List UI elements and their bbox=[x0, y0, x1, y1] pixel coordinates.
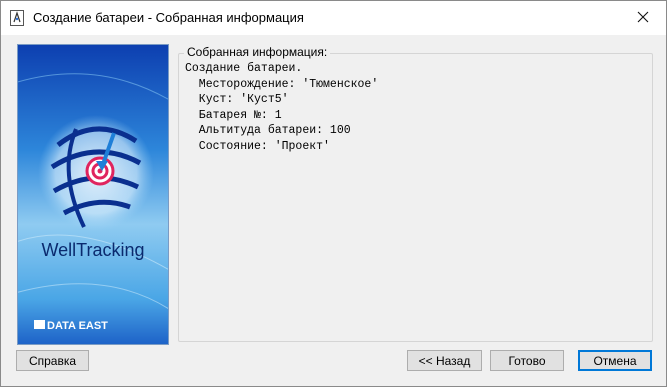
summary-line: Создание батареи. bbox=[185, 62, 303, 75]
welltracking-banner: WellTracking DATA EAST bbox=[17, 44, 169, 345]
close-button[interactable] bbox=[620, 1, 666, 35]
brand-name: WellTracking bbox=[41, 240, 144, 260]
company-name: DATA EAST bbox=[47, 320, 108, 332]
title-bar: Создание батареи - Собранная информация bbox=[1, 1, 666, 35]
finish-button[interactable]: Готово bbox=[490, 350, 564, 371]
summary-line: Куст: 'Куст5' bbox=[185, 93, 289, 106]
summary-text: Создание батареи. Месторождение: 'Тюменс… bbox=[185, 61, 378, 154]
summary-line: Альтитуда батареи: 100 bbox=[185, 124, 351, 137]
help-button[interactable]: Справка bbox=[16, 350, 89, 371]
app-wizard-icon bbox=[10, 10, 24, 26]
summary-line: Батарея №: 1 bbox=[185, 108, 282, 122]
summary-line: Месторождение: 'Тюменское' bbox=[185, 77, 379, 91]
wizard-window: Создание батареи - Собранная информация bbox=[0, 0, 667, 387]
cancel-button[interactable]: Отмена bbox=[578, 350, 652, 371]
close-icon bbox=[637, 11, 649, 26]
window-title: Создание батареи - Собранная информация bbox=[33, 10, 304, 25]
summary-line: Состояние: 'Проект' bbox=[185, 139, 330, 153]
summary-legend: Собранная информация: bbox=[184, 45, 331, 59]
back-button[interactable]: << Назад bbox=[407, 350, 482, 371]
